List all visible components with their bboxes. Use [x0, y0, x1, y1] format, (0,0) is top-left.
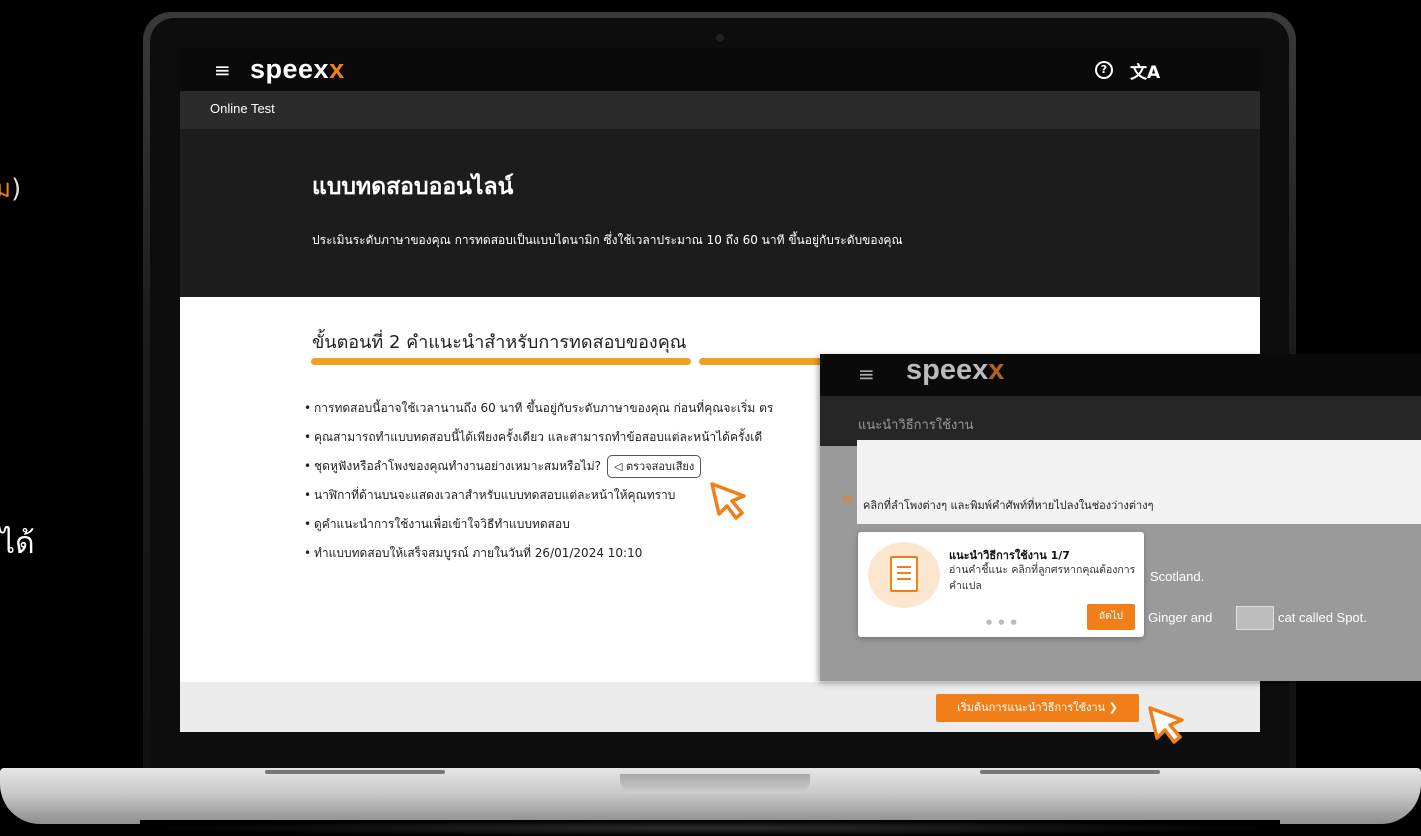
- slide-fragment-paren: ): [11, 174, 22, 204]
- slide-fragment-orange: ม: [0, 174, 12, 204]
- tutorial-preview-inset: ≡ speexx แนะนำวิธีการใช้งาน ⇆ คลิกที่ลำโ…: [820, 354, 1421, 681]
- instruction-item: ชุดหูฟังหรือลำโพงของคุณทำงานอย่างเหมาะสม…: [302, 452, 822, 481]
- inset-brand-logo-main: speex: [906, 354, 989, 386]
- step-progress-segment-2: [699, 358, 839, 365]
- inset-navbar: ≡ speexx: [820, 354, 1421, 396]
- inset-hamburger-icon: ≡: [858, 362, 875, 386]
- document-illustration-icon: [868, 542, 940, 608]
- brand-logo-main: speex: [250, 54, 330, 84]
- brand-logo-x: x: [329, 54, 345, 84]
- hamburger-menu-icon[interactable]: ≡: [214, 60, 231, 80]
- slide-text-fragment-top: ม): [0, 168, 21, 209]
- slide-stage: ม) ได้ ≡ speexx ? 文A Online Test แบบทดสอ…: [0, 0, 1421, 836]
- answer-blank-input[interactable]: [1236, 606, 1274, 630]
- laptop-opening-notch: [620, 774, 810, 794]
- swap-arrows-icon[interactable]: ⇆: [842, 492, 853, 507]
- tooltip-pagination-dots: ● ● ●: [986, 618, 1019, 626]
- exercise-text-line: cat called Spot.: [1278, 610, 1367, 625]
- help-icon[interactable]: ?: [1095, 61, 1113, 79]
- step-title: ขั้นตอนที่ 2 คำแนะนำสำหรับการทดสอบของคุณ: [312, 332, 687, 353]
- cursor-arrow-icon: [710, 482, 746, 520]
- top-navbar: ≡ speexx ? 文A: [180, 48, 1260, 91]
- inset-sub-header: แนะนำวิธีการใช้งาน: [820, 396, 1421, 446]
- tutorial-tooltip: แนะนำวิธีการใช้งาน 1/7 อ่านคำชี้แนะ คลิก…: [858, 532, 1144, 637]
- tooltip-body: อ่านคำชี้แนะ คลิกที่ลูกศรหากคุณต้องการคำ…: [949, 564, 1136, 592]
- page-title: แบบทดสอบออนไลน์: [312, 174, 514, 200]
- inset-sub-header-label: แนะนำวิธีการใช้งาน: [858, 418, 974, 433]
- tooltip-next-button[interactable]: ถัดไป: [1087, 604, 1135, 630]
- inset-instruction-text: คลิกที่ลำโพงต่างๆ และพิมพ์คำศัพท์ที่หายไ…: [863, 499, 1154, 512]
- laptop-foot-left: [265, 770, 445, 774]
- brand-logo[interactable]: speexx: [250, 54, 345, 85]
- sub-header-label: Online Test: [210, 101, 275, 116]
- step-progress-segment-1: [311, 358, 691, 365]
- exercise-text-line: Scotland.: [1150, 569, 1205, 584]
- hero-section: แบบทดสอบออนไลน์ ประเมินระดับภาษาของคุณ ก…: [180, 129, 1260, 297]
- cursor-arrow-icon: [1148, 706, 1184, 744]
- inset-brand-logo: speexx: [906, 354, 1004, 387]
- instruction-item: ทำแบบทดสอบให้เสร็จสมบูรณ์ ภายในวันที่ 26…: [302, 539, 822, 568]
- sound-check-button[interactable]: ◁ ตรวจสอบเสียง: [607, 455, 702, 478]
- instruction-item: คุณสามารถทำแบบทดสอบนี้ได้เพียงครั้งเดียว…: [302, 423, 822, 452]
- footer-bar: เริ่มต้นการแนะนำวิธีการใช้งาน ❯: [180, 682, 1260, 732]
- page-description: ประเมินระดับภาษาของคุณ การทดสอบเป็นแบบได…: [312, 233, 903, 247]
- instruction-item-text: ชุดหูฟังหรือลำโพงของคุณทำงานอย่างเหมาะสม…: [314, 459, 602, 473]
- instruction-item: การทดสอบนี้อาจใช้เวลานานถึง 60 นาที ขึ้น…: [302, 394, 822, 423]
- laptop-foot-right: [980, 770, 1160, 774]
- laptop-camera: [716, 34, 724, 42]
- slide-text-fragment-bottom: ได้: [0, 526, 35, 561]
- translate-icon[interactable]: 文A: [1130, 58, 1160, 83]
- start-tutorial-button[interactable]: เริ่มต้นการแนะนำวิธีการใช้งาน ❯: [936, 694, 1139, 722]
- inset-brand-logo-x: x: [988, 354, 1005, 386]
- laptop-shadow: [140, 820, 1280, 836]
- sub-header: Online Test: [180, 91, 1260, 129]
